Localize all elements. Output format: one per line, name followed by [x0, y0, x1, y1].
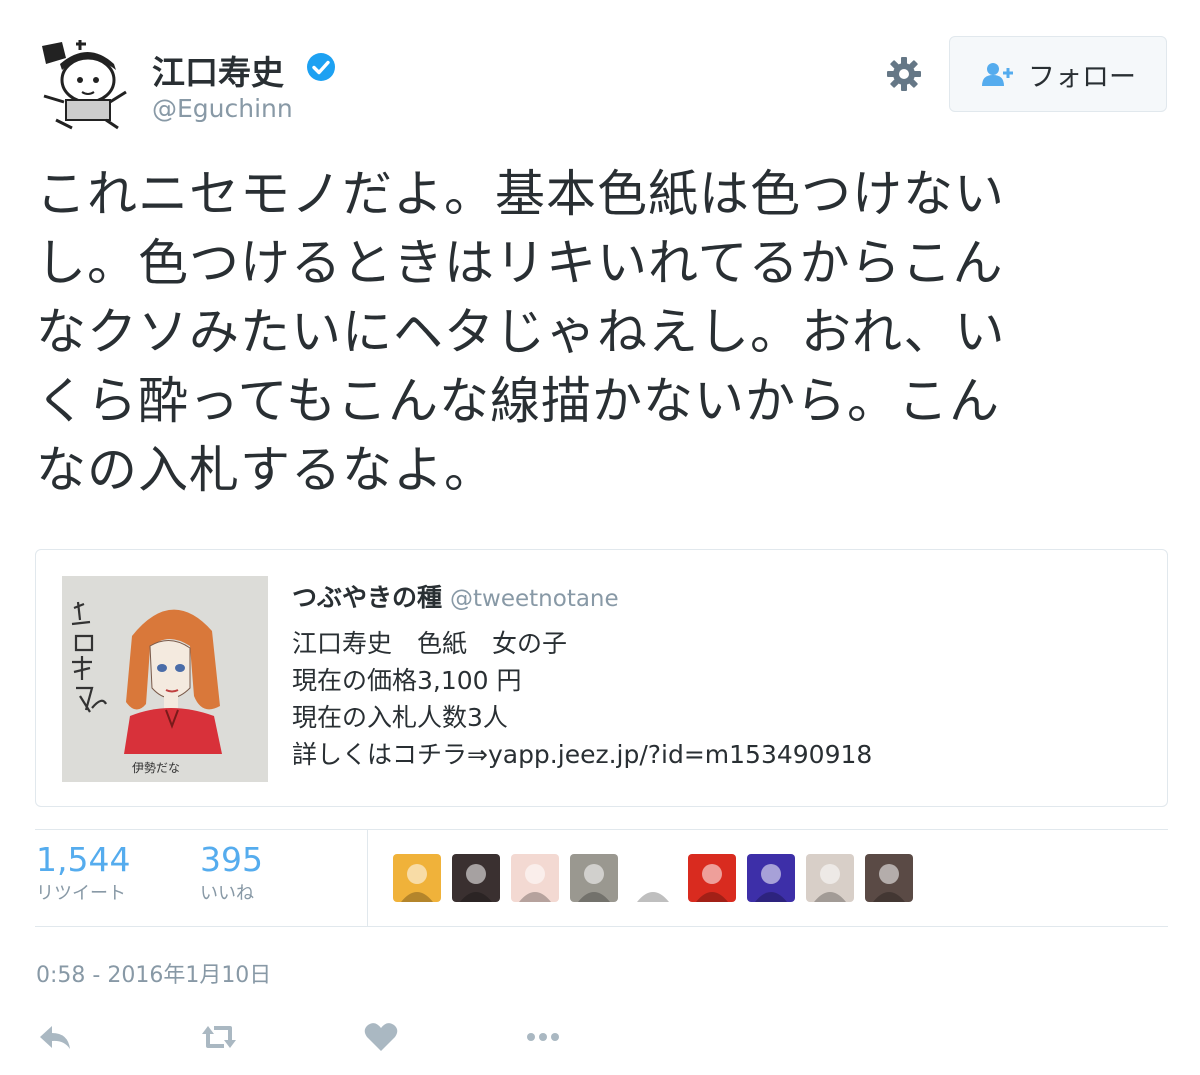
liker-avatar-6[interactable] [688, 854, 736, 902]
reply-icon[interactable] [36, 1018, 74, 1056]
add-user-icon [982, 63, 1013, 86]
tweet-line: これニセモノだよ。基本色紙は色つけない [36, 165, 1005, 223]
tweet-line: なクソみたいにヘタじゃねえし。おれ、い [36, 303, 1006, 361]
liker-avatar-8[interactable] [806, 854, 854, 902]
tweet-line: くら酔ってもこんな線描かないから。こん [36, 372, 1000, 430]
user-avatar[interactable] [36, 36, 130, 130]
gear-icon[interactable] [884, 54, 924, 94]
quoted-tweet-image[interactable]: 伊勢だな [62, 576, 268, 782]
quoted-author-handle: @tweetnotane [450, 586, 619, 612]
follow-button[interactable]: フォロー [949, 36, 1167, 112]
retweet-count: 1,544 [36, 840, 131, 879]
tweet-line: し。色つけるときはリキいれてるからこん [36, 234, 1004, 292]
like-label: いいね [200, 883, 254, 904]
liker-avatar-2[interactable] [452, 854, 500, 902]
shikishi-drawing-image: 伊勢だな [62, 576, 268, 782]
quoted-author[interactable]: つぶやきの種 @tweetnotane [292, 578, 619, 614]
retweet-label: リツイート [36, 883, 126, 904]
divider [35, 926, 1168, 927]
tweet-text: これニセモノだよ。基本色紙は色つけない し。色つけるときはリキいれてるからこん … [36, 160, 1136, 505]
manga-avatar-icon [36, 36, 130, 130]
liker-avatar-9[interactable] [865, 854, 913, 902]
user-handle[interactable]: @Eguchinn [152, 94, 293, 123]
liker-avatar-7[interactable] [747, 854, 795, 902]
like-stat[interactable]: 395 いいね [200, 840, 263, 905]
tweet-line: なの入札するなよ。 [36, 441, 495, 499]
quoted-text-line: 現在の入札人数3人 [292, 703, 508, 732]
liker-avatar-4[interactable] [570, 854, 618, 902]
stats-divider [367, 830, 368, 926]
quoted-text-line[interactable]: 詳しくはコチラ⇒yapp.jeez.jp/?id=m153490918 [292, 735, 872, 771]
follow-label: フォロー [1028, 61, 1136, 93]
retweet-icon[interactable] [200, 1018, 238, 1056]
retweet-stat[interactable]: 1,544 リツイート [36, 840, 130, 905]
liker-avatar-5[interactable] [629, 854, 677, 902]
user-name[interactable]: 江口寿史 [152, 46, 284, 94]
liker-avatar-3[interactable] [511, 854, 559, 902]
quoted-author-name: つぶやきの種 [292, 583, 443, 612]
like-count: 395 [200, 840, 263, 879]
tweet-timestamp[interactable]: 0:58 - 2016年1月10日 [36, 957, 271, 989]
verified-badge-icon [307, 53, 335, 81]
quoted-tweet-card[interactable]: 伊勢だな つぶやきの種 @tweetnotane 江口寿史 色紙 女の子 現在の価… [35, 549, 1168, 807]
liker-avatar-1[interactable] [393, 854, 441, 902]
svg-text:伊勢だな: 伊勢だな [132, 760, 180, 775]
more-icon[interactable] [524, 1018, 562, 1056]
quoted-text-line: 現在の価格3,100 円 [292, 666, 522, 695]
quoted-text-line: 江口寿史 色紙 女の子 [292, 629, 568, 658]
divider [35, 829, 1168, 830]
like-icon[interactable] [362, 1018, 400, 1056]
